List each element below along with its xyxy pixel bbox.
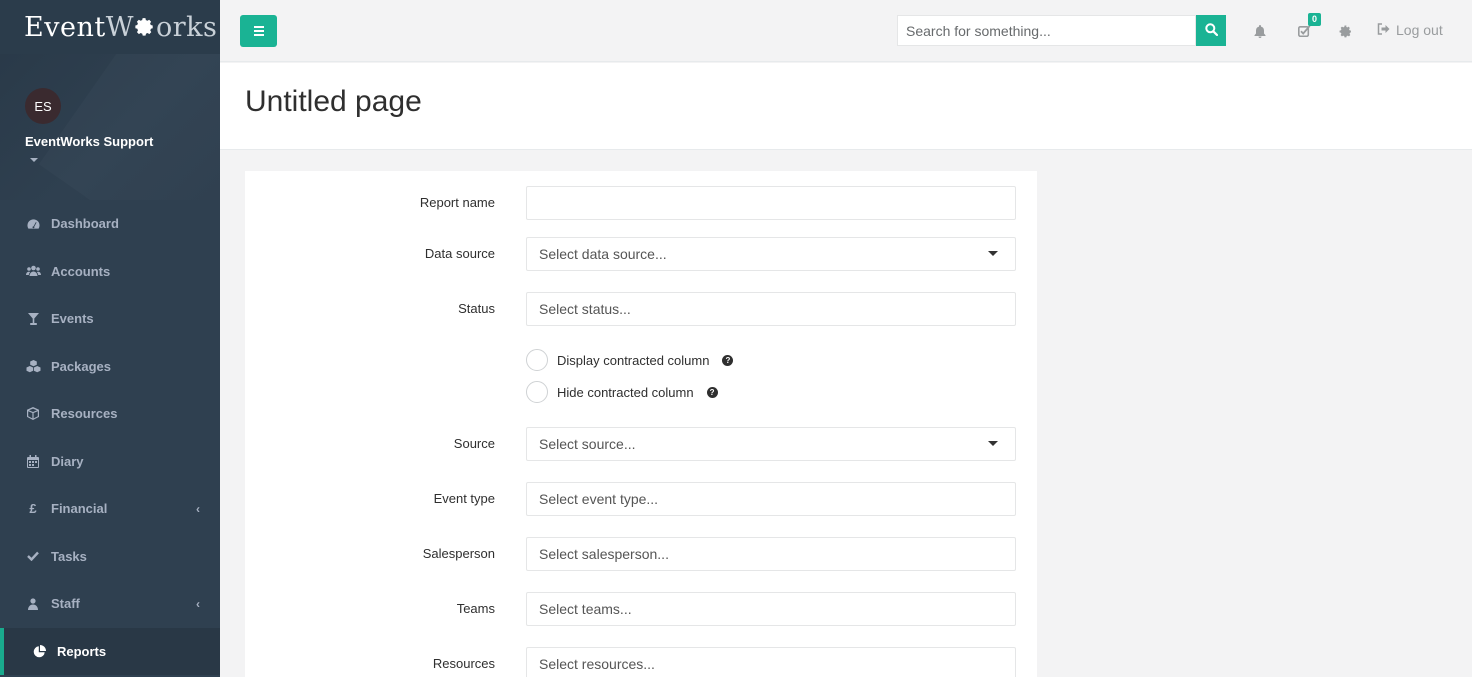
- sidebar-item-label: Reports: [57, 643, 107, 659]
- search-input[interactable]: [897, 15, 1196, 46]
- hide-contracted-radio[interactable]: [526, 381, 548, 403]
- salesperson-select[interactable]: Select salesperson...: [526, 537, 1016, 571]
- logout-button[interactable]: Log out: [1377, 22, 1443, 38]
- hamburger-icon: [253, 26, 264, 28]
- search-icon: [1204, 22, 1218, 39]
- sidebar-item-label: Resources: [51, 406, 118, 422]
- cubes-icon: [25, 359, 41, 373]
- event-type-label: Event type: [433, 491, 495, 506]
- event-type-select[interactable]: Select event type...: [526, 482, 1016, 516]
- sidebar-item-label: Financial: [51, 501, 108, 517]
- chevron-left-icon: ‹: [196, 596, 200, 611]
- sidebar-item-label: Diary: [51, 453, 84, 469]
- teams-label: Teams: [456, 601, 495, 616]
- sidebar-item-reports[interactable]: Reports: [0, 627, 220, 675]
- hide-contracted-option: Hide contracted column ?: [526, 381, 718, 403]
- cube-icon: [25, 407, 41, 421]
- source-select[interactable]: Select source...: [526, 427, 1016, 461]
- pound-icon: £: [29, 501, 37, 517]
- cog-icon: [134, 12, 156, 43]
- search-button[interactable]: [1196, 15, 1226, 46]
- sidebar-item-dashboard[interactable]: Dashboard: [0, 200, 220, 248]
- menu-toggle-button[interactable]: [240, 15, 277, 47]
- report-name-input[interactable]: [526, 186, 1016, 220]
- report-form: Report name Data source Select data sour…: [245, 171, 1037, 677]
- status-label: Status: [458, 301, 495, 316]
- avatar[interactable]: ES: [25, 88, 61, 124]
- question-circle-icon[interactable]: ?: [722, 354, 734, 366]
- sidebar-item-resources[interactable]: Resources: [0, 390, 220, 438]
- report-name-label: Report name: [419, 195, 495, 210]
- page-heading: Untitled page: [220, 63, 1472, 150]
- data-source-placeholder: Select data source...: [539, 246, 667, 262]
- sidebar-item-financial[interactable]: £ Financial ‹: [0, 485, 220, 533]
- avatar-initials: ES: [34, 98, 52, 114]
- glass-icon: [25, 312, 41, 325]
- dashboard-icon: [25, 218, 41, 230]
- resources-placeholder: Select resources...: [539, 656, 655, 672]
- sidebar-item-label: Dashboard: [51, 216, 119, 232]
- gear-icon[interactable]: [1336, 22, 1354, 40]
- page-title: Untitled page: [245, 85, 422, 118]
- status-placeholder: Select status...: [539, 301, 631, 317]
- profile-panel: ES EventWorks Support: [0, 54, 220, 200]
- caret-down-icon: [988, 251, 998, 256]
- sidebar-item-events[interactable]: Events: [0, 295, 220, 343]
- calendar-icon: [25, 454, 41, 468]
- logout-label: Log out: [1396, 22, 1443, 38]
- logo-bar: EventW orks: [0, 0, 220, 54]
- sidebar-item-packages[interactable]: Packages: [0, 343, 220, 391]
- sign-out-icon: [1377, 22, 1390, 38]
- app-logo[interactable]: EventW orks: [24, 12, 217, 43]
- sidebar: EventW orks ES EventWorks Support Dashboa…: [0, 0, 220, 677]
- sidebar-nav: Dashboard Accounts Events Packages Resou…: [0, 200, 220, 675]
- salesperson-label: Salesperson: [422, 546, 495, 561]
- sidebar-item-label: Accounts: [51, 263, 111, 279]
- sidebar-item-accounts[interactable]: Accounts: [0, 248, 220, 296]
- sidebar-item-label: Staff: [51, 596, 80, 612]
- users-icon: [25, 265, 41, 277]
- sidebar-item-label: Packages: [51, 358, 111, 374]
- sidebar-item-diary[interactable]: Diary: [0, 438, 220, 486]
- hamburger-line: [253, 34, 264, 36]
- chevron-left-icon: ‹: [196, 501, 200, 516]
- resources-select[interactable]: Select resources...: [526, 647, 1016, 677]
- data-source-select[interactable]: Select data source...: [526, 237, 1016, 271]
- profile-name[interactable]: EventWorks Support: [25, 134, 220, 149]
- user-icon: [25, 598, 41, 610]
- sidebar-item-tasks[interactable]: Tasks: [0, 533, 220, 581]
- topbar: 0 Log out: [220, 0, 1472, 62]
- data-source-label: Data source: [424, 246, 495, 261]
- status-select[interactable]: Select status...: [526, 292, 1016, 326]
- search-group: [897, 15, 1226, 46]
- display-contracted-option: Display contracted column ?: [526, 349, 734, 371]
- caret-down-icon: [988, 441, 998, 446]
- source-placeholder: Select source...: [539, 436, 636, 452]
- check-icon: [25, 551, 41, 562]
- teams-placeholder: Select teams...: [539, 601, 632, 617]
- source-label: Source: [453, 436, 495, 451]
- teams-select[interactable]: Select teams...: [526, 592, 1016, 626]
- display-contracted-radio[interactable]: [526, 349, 548, 371]
- hamburger-line: [253, 30, 264, 32]
- display-contracted-label: Display contracted column: [557, 352, 710, 368]
- hide-contracted-label: Hide contracted column: [557, 384, 694, 400]
- sidebar-item-label: Events: [51, 311, 94, 327]
- pie-chart-icon: [31, 644, 47, 658]
- tasks-badge: 0: [1308, 13, 1322, 26]
- salesperson-placeholder: Select salesperson...: [539, 546, 669, 562]
- sidebar-item-staff[interactable]: Staff ‹: [0, 580, 220, 628]
- resources-label: Resources: [432, 656, 495, 671]
- bell-icon[interactable]: [1251, 22, 1269, 40]
- event-type-placeholder: Select event type...: [539, 491, 659, 507]
- question-circle-icon[interactable]: ?: [706, 386, 718, 398]
- sidebar-item-label: Tasks: [51, 548, 87, 564]
- chevron-down-icon[interactable]: [30, 158, 38, 162]
